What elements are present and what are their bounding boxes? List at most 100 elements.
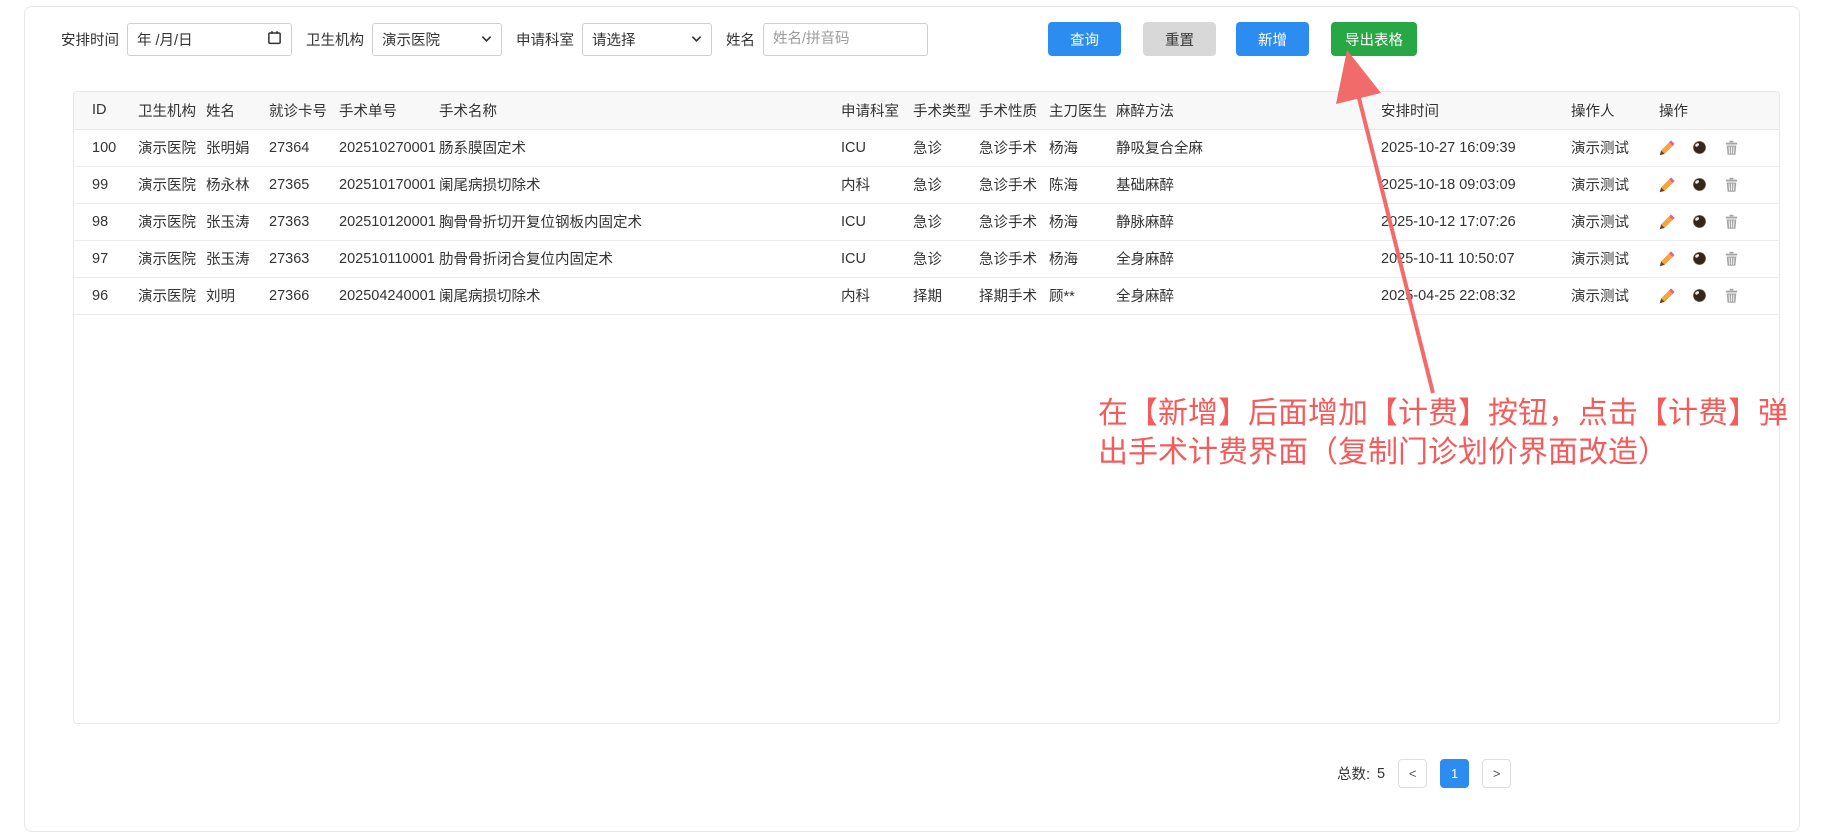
edit-icon[interactable]	[1659, 250, 1676, 267]
edit-icon[interactable]	[1659, 176, 1676, 193]
cell-order_no: 202510120001	[339, 203, 439, 240]
cell-operator: 演示测试	[1571, 277, 1659, 314]
cell-time: 2025-04-25 22:08:32	[1381, 277, 1571, 314]
cell-nature: 急诊手术	[979, 129, 1049, 166]
cell-dept: ICU	[841, 240, 913, 277]
cell-surgeon: 顾**	[1049, 277, 1116, 314]
current-page-button[interactable]: 1	[1440, 759, 1469, 788]
org-select[interactable]: 演示医院	[372, 23, 502, 56]
edit-icon[interactable]	[1659, 287, 1676, 304]
annotation-line2: 出手术计费界面（复制门诊划价界面改造）	[1098, 433, 1788, 472]
cell-nature: 急诊手术	[979, 166, 1049, 203]
date-input[interactable]: 年 /月/日	[127, 23, 292, 56]
column-header: 申请科室	[841, 92, 913, 129]
row-actions	[1659, 129, 1780, 166]
chevron-down-icon	[691, 31, 702, 47]
table-row: 97演示医院张玉涛27363202510110001肋骨骨折闭合复位内固定术IC…	[74, 240, 1780, 277]
cell-time: 2025-10-27 16:09:39	[1381, 129, 1571, 166]
dept-filter-label: 申请科室	[516, 29, 574, 50]
surgery-schedule-page: { "filter": { "date_label": "安排时间", "dat…	[0, 0, 1824, 839]
annotation-line1: 在【新增】后面增加【计费】按钮，点击【计费】弹	[1098, 394, 1788, 433]
cell-operator: 演示测试	[1571, 203, 1659, 240]
cell-type: 急诊	[913, 240, 979, 277]
cell-dept: ICU	[841, 129, 913, 166]
cell-id: 98	[74, 203, 138, 240]
cell-order_no: 202510110001	[339, 240, 439, 277]
cell-org: 演示医院	[138, 277, 206, 314]
prev-page-button[interactable]: <	[1398, 759, 1427, 788]
next-page-button[interactable]: >	[1482, 759, 1511, 788]
cell-surgery: 肋骨骨折闭合复位内固定术	[439, 240, 841, 277]
column-header: 就诊卡号	[269, 92, 339, 129]
cell-name: 张明娟	[206, 129, 269, 166]
cell-id: 100	[74, 129, 138, 166]
row-actions	[1659, 166, 1780, 203]
delete-icon[interactable]	[1723, 139, 1740, 156]
cell-name: 刘明	[206, 277, 269, 314]
column-header: ID	[74, 92, 138, 129]
delete-icon[interactable]	[1723, 287, 1740, 304]
cell-id: 97	[74, 240, 138, 277]
annotation-note: 在【新增】后面增加【计费】按钮，点击【计费】弹 出手术计费界面（复制门诊划价界面…	[1098, 394, 1788, 472]
view-icon[interactable]	[1691, 176, 1708, 193]
reset-button[interactable]: 重置	[1143, 22, 1216, 56]
query-button[interactable]: 查询	[1048, 22, 1121, 56]
export-button[interactable]: 导出表格	[1331, 22, 1417, 56]
cell-type: 急诊	[913, 203, 979, 240]
delete-icon[interactable]	[1723, 176, 1740, 193]
column-header: 操作	[1659, 92, 1780, 129]
surgery-table: ID卫生机构姓名就诊卡号手术单号手术名称申请科室手术类型手术性质主刀医生麻醉方法…	[74, 92, 1780, 315]
table-row: 98演示医院张玉涛27363202510120001胸骨骨折切开复位钢板内固定术…	[74, 203, 1780, 240]
cell-id: 96	[74, 277, 138, 314]
cell-order_no: 202510170001	[339, 166, 439, 203]
name-search-input[interactable]	[763, 23, 928, 56]
view-icon[interactable]	[1691, 139, 1708, 156]
delete-icon[interactable]	[1723, 250, 1740, 267]
name-filter-label: 姓名	[726, 29, 755, 50]
chevron-down-icon	[481, 31, 492, 47]
view-icon[interactable]	[1691, 287, 1708, 304]
column-header: 麻醉方法	[1116, 92, 1381, 129]
cell-card_no: 27365	[269, 166, 339, 203]
column-header: 安排时间	[1381, 92, 1571, 129]
cell-nature: 择期手术	[979, 277, 1049, 314]
cell-type: 急诊	[913, 166, 979, 203]
cell-surgery: 胸骨骨折切开复位钢板内固定术	[439, 203, 841, 240]
org-filter-label: 卫生机构	[306, 29, 364, 50]
cell-org: 演示医院	[138, 240, 206, 277]
dept-select-value: 请选择	[592, 29, 636, 50]
cell-anesthesia: 基础麻醉	[1116, 166, 1381, 203]
cell-org: 演示医院	[138, 129, 206, 166]
pagination: 总数: 5 < 1 >	[1337, 759, 1511, 788]
cell-card_no: 27363	[269, 203, 339, 240]
column-header: 手术名称	[439, 92, 841, 129]
cell-surgery: 阑尾病损切除术	[439, 166, 841, 203]
cell-operator: 演示测试	[1571, 240, 1659, 277]
date-filter-label: 安排时间	[61, 29, 119, 50]
cell-nature: 急诊手术	[979, 240, 1049, 277]
cell-anesthesia: 全身麻醉	[1116, 277, 1381, 314]
cell-surgeon: 杨海	[1049, 203, 1116, 240]
edit-icon[interactable]	[1659, 139, 1676, 156]
cell-order_no: 202504240001	[339, 277, 439, 314]
edit-icon[interactable]	[1659, 213, 1676, 230]
view-icon[interactable]	[1691, 250, 1708, 267]
cell-surgery: 阑尾病损切除术	[439, 277, 841, 314]
date-input-value: 年 /月/日	[137, 29, 193, 50]
cell-operator: 演示测试	[1571, 166, 1659, 203]
cell-org: 演示医院	[138, 166, 206, 203]
cell-surgeon: 杨海	[1049, 240, 1116, 277]
dept-select[interactable]: 请选择	[582, 23, 712, 56]
cell-order_no: 202510270001	[339, 129, 439, 166]
add-button[interactable]: 新增	[1236, 22, 1309, 56]
row-actions	[1659, 203, 1780, 240]
column-header: 主刀医生	[1049, 92, 1116, 129]
calendar-icon[interactable]	[267, 30, 282, 49]
cell-name: 张玉涛	[206, 240, 269, 277]
table-row: 99演示医院杨永林27365202510170001阑尾病损切除术内科急诊急诊手…	[74, 166, 1780, 203]
view-icon[interactable]	[1691, 213, 1708, 230]
cell-org: 演示医院	[138, 203, 206, 240]
column-header: 手术单号	[339, 92, 439, 129]
cell-surgeon: 杨海	[1049, 129, 1116, 166]
delete-icon[interactable]	[1723, 213, 1740, 230]
